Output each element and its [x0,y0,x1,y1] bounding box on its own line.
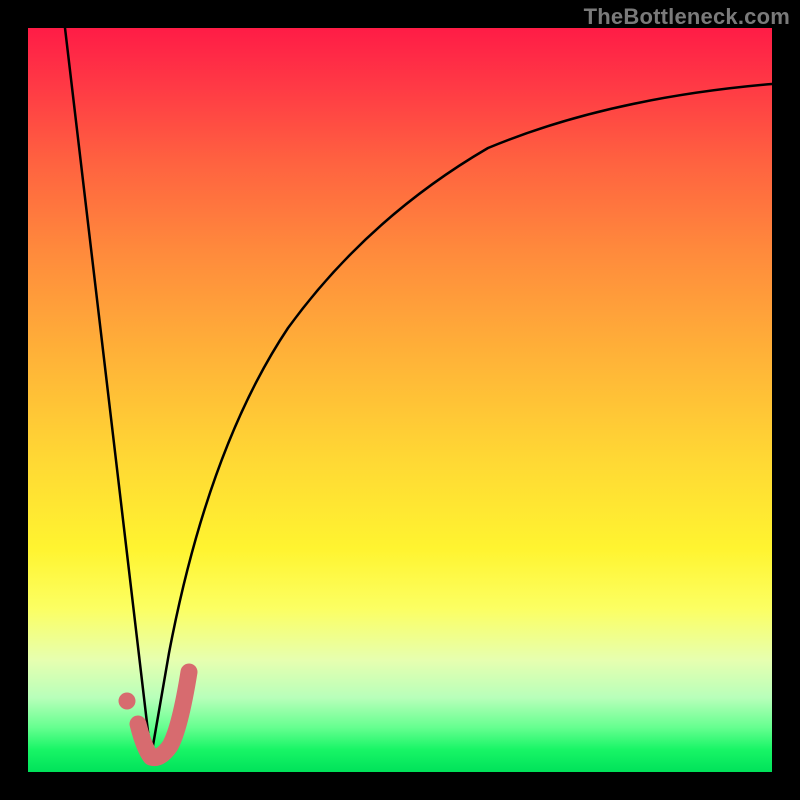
watermark-text: TheBottleneck.com [584,4,790,30]
right-curve-line [151,84,772,757]
curve-overlay [28,28,772,772]
highlight-dot [119,693,136,710]
chart-container: TheBottleneck.com [0,0,800,800]
plot-area [28,28,772,772]
left-descent-line [65,28,151,757]
